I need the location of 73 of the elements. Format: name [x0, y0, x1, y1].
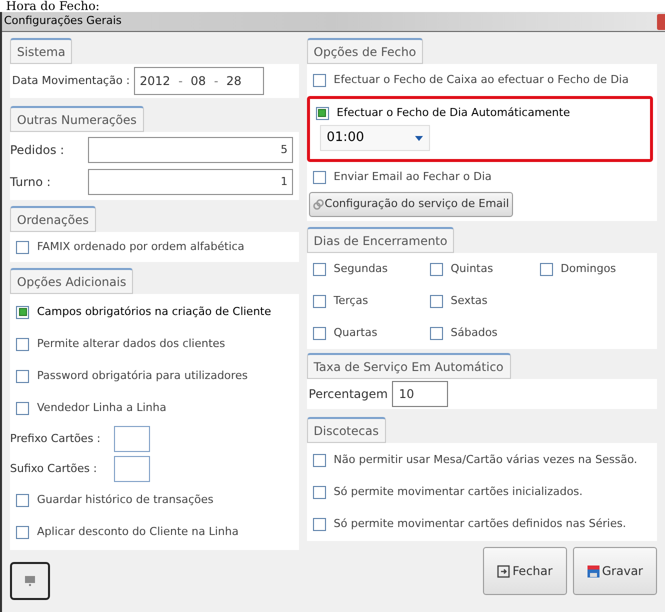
checkbox[interactable] — [16, 402, 29, 414]
checkbox[interactable] — [312, 170, 326, 184]
section-header: Discotecas — [306, 417, 386, 443]
text-field[interactable] — [114, 456, 150, 482]
checkbox[interactable] — [430, 294, 443, 308]
checkbox-label: Domingos — [560, 260, 616, 277]
save-button[interactable]: Gravar — [573, 547, 657, 595]
link-icon — [312, 199, 324, 210]
date-field[interactable]: 2012 - 08 - 28 — [134, 67, 264, 95]
checkbox[interactable] — [16, 306, 29, 318]
checkbox[interactable] — [540, 262, 553, 276]
page-heading: Hora do Fecho: — [5, 0, 101, 12]
checkbox-label: Efectuar o Fecho de Dia Automáticamente — [336, 104, 570, 121]
checkbox-label: Password obrigatória para utilizadores — [37, 368, 248, 384]
checkbox-label: Segundas — [334, 260, 388, 277]
number-field[interactable]: 5 — [88, 137, 293, 163]
checkbox[interactable] — [430, 262, 443, 276]
checkbox-label: Só permite movimentar cartões definidos nas Séries. — [334, 516, 626, 532]
checkbox[interactable] — [312, 294, 326, 308]
checkbox[interactable] — [312, 262, 326, 276]
exit-icon — [497, 564, 510, 578]
section-header: Opções Adicionais — [10, 268, 134, 294]
checkbox-label: Sábados — [450, 324, 498, 341]
section-header: Outras Numerações — [10, 106, 144, 132]
section-header: Taxa de Serviço Em Automático — [306, 353, 511, 379]
checkbox-label: Terças — [334, 292, 368, 309]
field-label: Pedidos : — [10, 142, 66, 159]
checkbox[interactable] — [312, 74, 326, 86]
checkbox[interactable] — [312, 486, 326, 498]
checkbox[interactable] — [316, 106, 329, 120]
checkbox-label: Efectuar o Fecho de Caixa ao efectuar o Fecho de Dia — [334, 72, 629, 88]
checkbox-label: Sextas — [450, 292, 488, 309]
monitor-icon — [24, 575, 36, 587]
percentage-field[interactable]: 10 — [392, 381, 448, 407]
checkbox-label: Campos obrigatórios na criação de Cliente — [37, 304, 272, 320]
checkbox-label: Aplicar desconto do Cliente na Linha — [37, 524, 239, 540]
window-title: Configurações Gerais — [4, 13, 122, 30]
number-field[interactable]: 1 — [88, 169, 293, 195]
email-settings-button[interactable]: Configuração do serviço de Email — [308, 192, 514, 217]
checkbox[interactable] — [16, 370, 29, 382]
save-icon — [587, 564, 600, 578]
checkbox-label: Não permitir usar Mesa/Cartão várias vezes na Sessão. — [334, 452, 638, 468]
checkbox[interactable] — [312, 454, 326, 466]
checkbox[interactable] — [16, 494, 29, 506]
checkbox[interactable] — [16, 240, 29, 254]
checkbox-label: Quintas — [450, 260, 494, 277]
close-button[interactable]: Fechar — [483, 547, 567, 595]
checkbox[interactable] — [16, 338, 29, 350]
field-label: Prefixo Cartões : — [10, 430, 102, 447]
field-label: Data Movimentação : — [12, 72, 130, 89]
section-header: Sistema — [10, 38, 72, 64]
text-field[interactable] — [114, 426, 150, 452]
dropdown-arrow-icon — [414, 136, 423, 140]
checkbox-label: Vendedor Linha a Linha — [37, 400, 166, 416]
checkbox-label: Só permite movimentar cartões inicializados. — [334, 484, 583, 500]
field-label: Turno : — [10, 174, 52, 191]
field-label: Percentagem — [308, 386, 388, 403]
checkbox-label: Enviar Email ao Fechar o Dia — [334, 168, 492, 185]
checkbox-label: FAMIX ordenado por ordem alfabética — [37, 238, 244, 255]
keyboard-button[interactable] — [10, 562, 50, 600]
close-icon[interactable] — [657, 14, 665, 30]
checkbox[interactable] — [16, 526, 29, 538]
section-header: Dias de Encerramento — [306, 227, 454, 253]
checkbox-label: Permite alterar dados dos clientes — [37, 336, 226, 352]
checkbox[interactable] — [312, 326, 326, 340]
time-dropdown[interactable]: 01:00 — [320, 125, 430, 151]
section-header: Ordenações — [10, 206, 96, 232]
field-label: Sufixo Cartões : — [10, 460, 98, 477]
section-header: Opções de Fecho — [306, 38, 424, 64]
checkbox[interactable] — [312, 518, 326, 530]
checkbox-label: Guardar histórico de transações — [37, 492, 214, 508]
checkbox[interactable] — [430, 326, 443, 340]
checkbox-label: Quartas — [334, 324, 378, 341]
